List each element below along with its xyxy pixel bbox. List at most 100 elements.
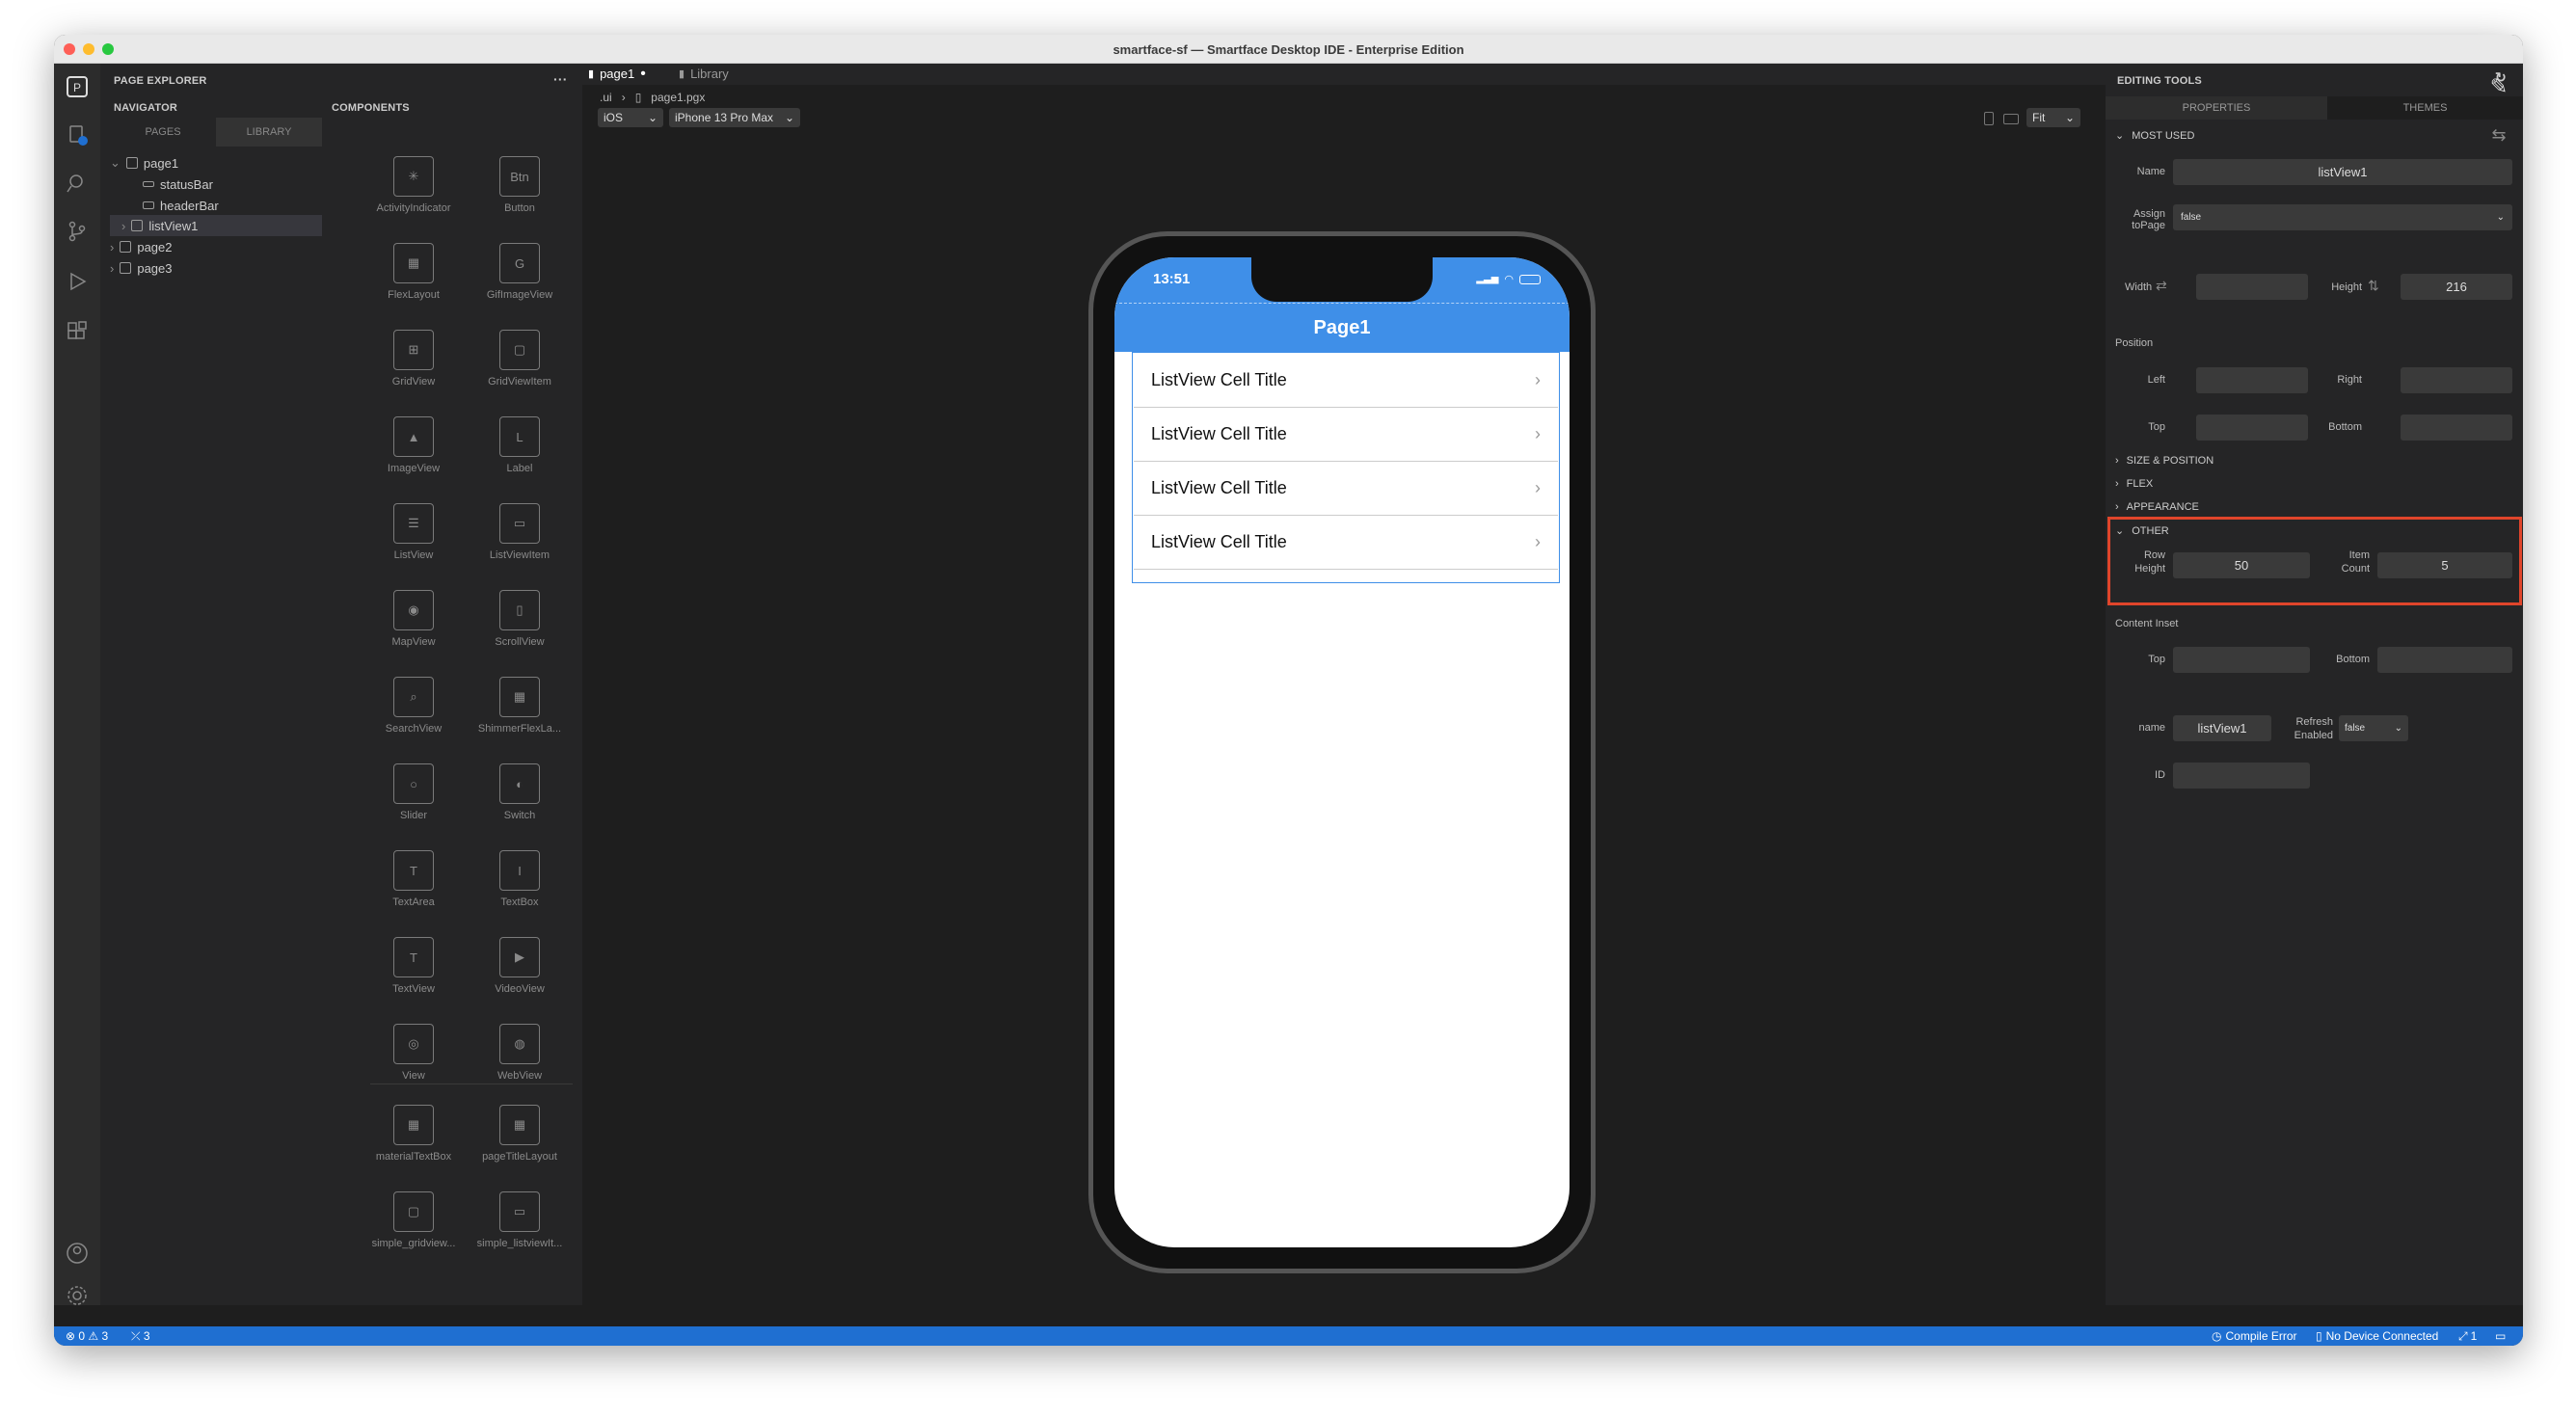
listview-cell[interactable]: ListView Cell Title › (1134, 516, 1558, 570)
listview-cell[interactable]: ListView Cell Title › (1134, 462, 1558, 516)
component-textview[interactable]: T TextView (361, 937, 467, 995)
component-label: ScrollView (495, 636, 545, 648)
component-videoview[interactable]: ▶ VideoView (467, 937, 573, 995)
layout-icon[interactable]: ▭ (2495, 1329, 2506, 1343)
files-icon[interactable] (64, 121, 91, 148)
section-size-position[interactable]: › SIZE & POSITION (2115, 455, 2214, 467)
ellipsis-icon[interactable]: ··· (553, 71, 568, 87)
library-component-1[interactable]: ▦ pageTitleLayout (467, 1105, 573, 1163)
component-shimmerflexla[interactable]: ▦ ShimmerFlexLa... (467, 677, 573, 735)
section-flex[interactable]: › FLEX (2115, 478, 2153, 490)
section-most-used[interactable]: ⌄ MOST USED (2115, 129, 2194, 143)
section-appearance[interactable]: › APPEARANCE (2115, 501, 2199, 513)
component-switch[interactable]: ◐ Switch (467, 763, 573, 821)
row-height-field[interactable]: 50 (2173, 552, 2310, 578)
component-flexlayout[interactable]: ▦ FlexLayout (361, 243, 467, 301)
id-field[interactable] (2173, 763, 2310, 789)
assign-to-page-select[interactable]: false ⌄ (2173, 204, 2512, 230)
tree-item-page1[interactable]: ⌄ page1 (110, 152, 178, 174)
platform-select[interactable]: iOS ⌄ (598, 108, 663, 127)
component-textarea[interactable]: T TextArea (361, 850, 467, 908)
tools-indicator[interactable]: ⤫ 3 (131, 1329, 150, 1344)
component-imageview[interactable]: ▲ ImageView (361, 416, 467, 474)
tab-page1[interactable]: ▮ page1 • (588, 66, 646, 81)
chevron-down-icon: ⌄ (784, 111, 794, 124)
tab-pages[interactable]: PAGES (110, 118, 216, 147)
component-scrollview[interactable]: ▯ ScrollView (467, 590, 573, 648)
compile-error-indicator[interactable]: ◷ Compile Error (2212, 1329, 2297, 1343)
component-label[interactable]: L Label (467, 416, 573, 474)
account-icon[interactable] (64, 1240, 91, 1267)
item-count-field[interactable]: 5 (2377, 552, 2512, 578)
component-icon: ▲ (393, 416, 434, 457)
page-title: Page1 (1313, 317, 1371, 338)
height-label: Height (2331, 281, 2362, 293)
bottom-field[interactable] (2401, 415, 2512, 441)
source-control-icon[interactable] (64, 218, 91, 245)
refresh-enabled-select[interactable]: false ⌄ (2339, 715, 2408, 741)
activity-bar: P (54, 64, 100, 1305)
edit-icon[interactable]: ✎ (2483, 71, 2514, 102)
name2-field[interactable]: listView1 (2173, 715, 2271, 741)
portrait-icon[interactable] (1984, 112, 1994, 125)
component-slider[interactable]: ○ Slider (361, 763, 467, 821)
component-searchview[interactable]: ⌕ SearchView (361, 677, 467, 735)
library-component-2[interactable]: ▢ simple_gridview... (361, 1191, 467, 1249)
zoom-select[interactable]: Fit ⌄ (2026, 108, 2080, 127)
content-inset-bottom-field[interactable] (2377, 647, 2512, 673)
name-field[interactable]: listView1 (2173, 159, 2512, 185)
breadcrumb-item[interactable]: .ui (600, 91, 612, 104)
component-view[interactable]: ◎ View (361, 1024, 467, 1082)
settings-gear-icon[interactable] (64, 1282, 91, 1309)
notifications-indicator[interactable]: ⤢ 1 (2458, 1329, 2477, 1344)
tab-library[interactable]: ▮ Library (679, 67, 729, 81)
component-icon: ✳ (393, 156, 434, 197)
component-listviewitem[interactable]: ▭ ListViewItem (467, 503, 573, 561)
component-label: pageTitleLayout (482, 1151, 557, 1163)
swap-icon[interactable]: ⇆ (2483, 120, 2514, 150)
run-debug-icon[interactable] (64, 268, 91, 295)
page-explorer-icon[interactable]: P (64, 73, 91, 100)
tree-item-headerbar[interactable]: headerBar (143, 195, 219, 216)
left-field[interactable] (2196, 367, 2308, 393)
component-listview[interactable]: ☰ ListView (361, 503, 467, 561)
tab-properties[interactable]: PROPERTIES (2106, 96, 2327, 120)
listview-icon (131, 220, 144, 231)
chevron-right-icon: › (110, 239, 115, 254)
tree-item-listview1[interactable]: › listView1 (121, 215, 198, 236)
library-component-0[interactable]: ▦ materialTextBox (361, 1105, 467, 1163)
right-field[interactable] (2401, 367, 2512, 393)
name-label: Name (2136, 166, 2165, 177)
tree-item-statusbar[interactable]: statusBar (143, 174, 213, 195)
device-indicator[interactable]: ▯ No Device Connected (2316, 1329, 2438, 1343)
tree-item-page3[interactable]: › page3 (110, 257, 173, 279)
top-field[interactable] (2196, 415, 2308, 441)
tree-item-page2[interactable]: › page2 (110, 236, 173, 257)
component-label: Slider (399, 810, 428, 821)
width-field[interactable] (2196, 274, 2308, 300)
problems-indicator[interactable]: ⊗ 0 ⚠ 3 (66, 1329, 108, 1343)
device-select[interactable]: iPhone 13 Pro Max ⌄ (669, 108, 800, 127)
component-webview[interactable]: ◍ WebView (467, 1024, 573, 1082)
library-component-3[interactable]: ▭ simple_listviewIt... (467, 1191, 573, 1249)
component-button[interactable]: Btn Button (467, 156, 573, 214)
component-mapview[interactable]: ◉ MapView (361, 590, 467, 648)
breadcrumb-item[interactable]: page1.pgx (651, 91, 705, 104)
component-gridviewitem[interactable]: ▢ GridViewItem (467, 330, 573, 388)
component-gridview[interactable]: ⊞ GridView (361, 330, 467, 388)
panel-header: PAGE EXPLORER (114, 75, 207, 87)
section-other[interactable]: ⌄ OTHER (2115, 524, 2169, 538)
listview-cell[interactable]: ListView Cell Title › (1134, 354, 1558, 408)
component-icon: Btn (499, 156, 540, 197)
content-inset-top-field[interactable] (2173, 647, 2310, 673)
tab-library[interactable]: LIBRARY (216, 118, 322, 147)
height-field[interactable]: 216 (2401, 274, 2512, 300)
listview-cell[interactable]: ListView Cell Title › (1134, 408, 1558, 462)
search-icon[interactable] (64, 170, 91, 197)
component-textbox[interactable]: I TextBox (467, 850, 573, 908)
headerbar-icon (143, 201, 154, 209)
extensions-icon[interactable] (64, 318, 91, 345)
component-gifimageview[interactable]: G GifImageView (467, 243, 573, 301)
landscape-icon[interactable] (2003, 114, 2019, 124)
component-activityindicator[interactable]: ✳ ActivityIndicator (361, 156, 467, 214)
